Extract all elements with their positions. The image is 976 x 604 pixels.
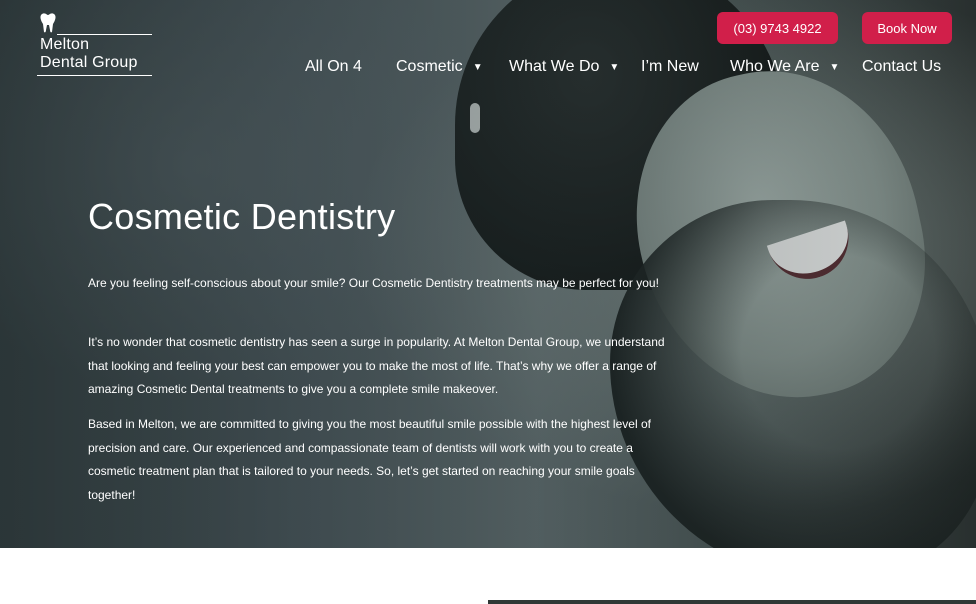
chevron-down-icon: ▼ bbox=[829, 61, 840, 73]
nav-item-contact-us[interactable]: Contact Us bbox=[862, 58, 941, 76]
nav-item-label: Who We Are bbox=[730, 58, 820, 75]
popularity-paragraph: It’s no wonder that cosmetic dentistry h… bbox=[88, 335, 665, 396]
intro-paragraph: Are you feeling self-conscious about you… bbox=[88, 276, 659, 290]
nav-item-label: Contact Us bbox=[862, 58, 942, 75]
page-title: Cosmetic Dentistry bbox=[88, 196, 396, 237]
main-nav: All On 4 Cosmetic ▼ What We Do ▼ I’m New… bbox=[0, 58, 976, 80]
next-section-edge bbox=[488, 600, 976, 604]
nav-item-label: Cosmetic bbox=[396, 58, 463, 75]
logo-rule-top bbox=[57, 34, 152, 35]
nav-item-label: I’m New bbox=[641, 58, 699, 75]
chevron-down-icon: ▼ bbox=[472, 61, 483, 73]
hero-banner: Melton Dental Group (03) 9743 4922 Book … bbox=[0, 0, 976, 548]
commitment-paragraph: Based in Melton, we are committed to giv… bbox=[88, 417, 651, 502]
tooth-icon bbox=[40, 13, 56, 33]
nav-item-im-new[interactable]: I’m New bbox=[641, 58, 699, 76]
nav-item-cosmetic[interactable]: Cosmetic ▼ bbox=[396, 58, 483, 76]
book-now-button[interactable]: Book Now bbox=[862, 12, 952, 44]
nav-item-label: What We Do bbox=[509, 58, 600, 75]
nav-item-who-we-are[interactable]: Who We Are ▼ bbox=[730, 58, 839, 76]
chevron-down-icon: ▼ bbox=[609, 61, 620, 73]
logo-text-line1: Melton bbox=[40, 36, 90, 53]
nav-item-what-we-do[interactable]: What We Do ▼ bbox=[509, 58, 619, 76]
nav-item-label: All On 4 bbox=[305, 58, 362, 75]
phone-button[interactable]: (03) 9743 4922 bbox=[717, 12, 838, 44]
nav-item-all-on-4[interactable]: All On 4 bbox=[305, 58, 362, 76]
